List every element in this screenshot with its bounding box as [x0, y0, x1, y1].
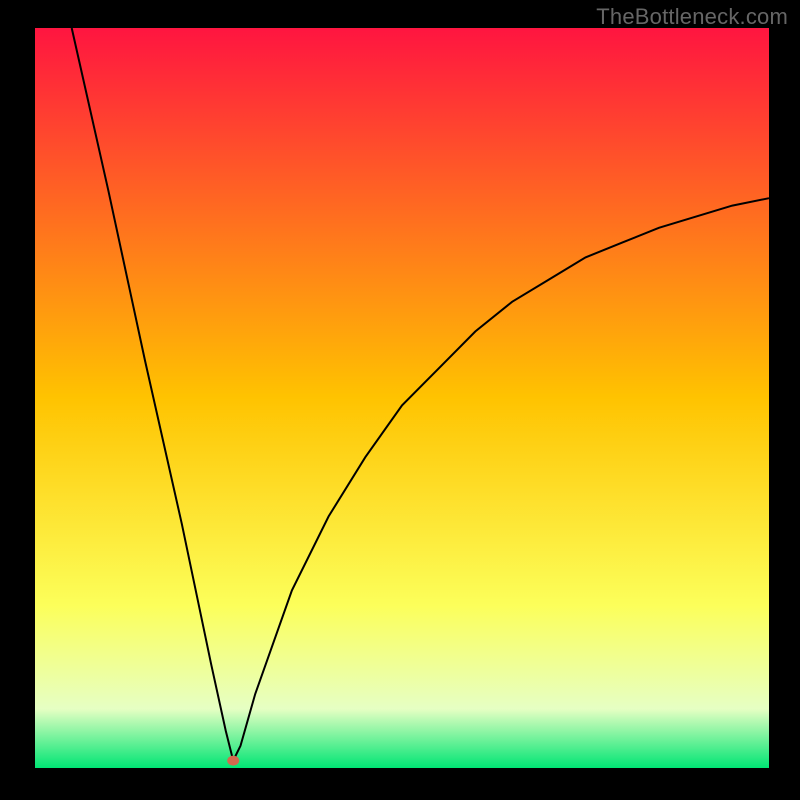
optimal-point-marker	[227, 756, 239, 766]
chart-container: TheBottleneck.com	[0, 0, 800, 800]
plot-background	[35, 28, 769, 768]
bottleneck-chart	[0, 0, 800, 800]
watermark-text: TheBottleneck.com	[596, 4, 788, 30]
